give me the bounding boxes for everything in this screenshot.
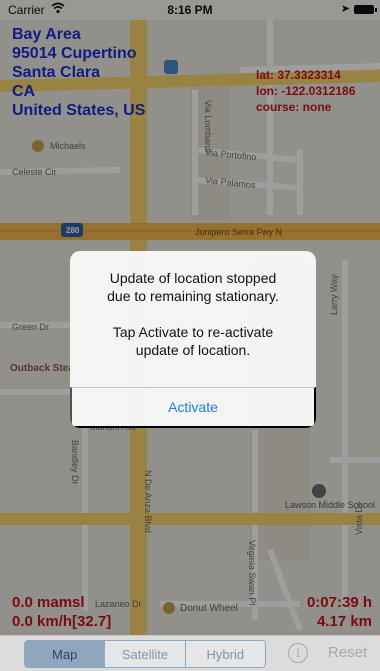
map-type-map[interactable]: Map [25, 641, 106, 667]
alert-line-2: due to remaining stationary. [107, 288, 279, 304]
reset-button[interactable]: Reset [328, 644, 367, 661]
bottom-toolbar: Map Satellite Hybrid i Reset [0, 635, 380, 671]
alert-line-1: Update of location stopped [109, 270, 277, 286]
alert-line-4: update of location. [135, 342, 251, 358]
location-stopped-alert: Update of location stopped due to remain… [70, 251, 316, 428]
map-type-segmented-control: Map Satellite Hybrid [24, 640, 266, 668]
alert-message: Update of location stopped due to remain… [80, 269, 306, 359]
screen: Michaels Celeste Cir Via Lombardi Via Po… [0, 0, 380, 671]
alert-line-3: Tap Activate to re-activate [112, 324, 274, 340]
activate-button[interactable]: Activate [70, 387, 316, 428]
info-button[interactable]: i [288, 643, 308, 663]
map-type-hybrid[interactable]: Hybrid [185, 641, 265, 667]
map-type-satellite[interactable]: Satellite [105, 641, 186, 667]
